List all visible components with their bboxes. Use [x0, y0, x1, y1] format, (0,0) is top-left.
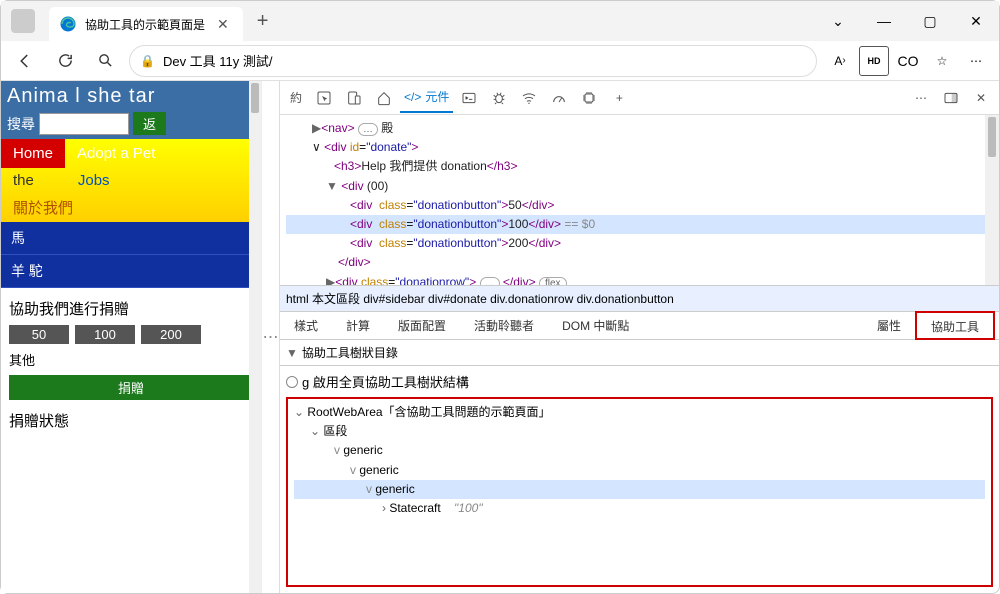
breadcrumb[interactable]: html 本文區段 div#sidebar div#donate div.don…	[280, 285, 999, 312]
search-button[interactable]	[89, 45, 121, 77]
device-icon[interactable]	[340, 84, 368, 112]
main-nav: Home Adopt a Pet the Jobs 關於我們	[1, 139, 261, 222]
welcome-tab[interactable]: 約	[284, 89, 308, 106]
hd-icon[interactable]: HD	[859, 46, 889, 76]
caret-down-icon[interactable]: ⌄	[815, 1, 861, 41]
rendered-page: Anima l she tar 搜尋 返 Home Adopt a Pet th…	[1, 81, 261, 593]
new-tab-button[interactable]: +	[243, 10, 283, 33]
nav-about[interactable]: 關於我們	[1, 193, 261, 222]
resize-handle[interactable]: ⋯	[261, 81, 279, 593]
minimize-button[interactable]: —	[861, 1, 907, 41]
profile-icon[interactable]	[11, 9, 35, 33]
radio-icon	[286, 376, 298, 388]
dock-icon[interactable]	[937, 84, 965, 112]
inspect-icon[interactable]	[310, 84, 338, 112]
tab-title: 協助工具的示範頁面是	[85, 16, 205, 33]
page-scrollbar[interactable]	[249, 81, 261, 593]
close-window-button[interactable]: ✕	[953, 1, 999, 41]
search-label: 搜尋	[7, 114, 35, 134]
more-icon[interactable]: ⋯	[961, 46, 991, 76]
donate-heading: 協助我們進行捐贈	[9, 298, 253, 319]
bug-icon[interactable]	[485, 84, 513, 112]
network-icon[interactable]	[515, 84, 543, 112]
fullpage-toggle[interactable]: g 啟用全頁協助工具樹狀結構	[280, 366, 999, 397]
console-icon[interactable]	[455, 84, 483, 112]
donate-submit-button[interactable]: 捐贈	[9, 375, 253, 400]
search-submit-button[interactable]: 返	[133, 112, 166, 135]
devtools-close-icon[interactable]: ✕	[967, 84, 995, 112]
back-button[interactable]	[9, 45, 41, 77]
url-text: Dev 工具 11y 測試/	[163, 51, 273, 70]
tab-layout[interactable]: 版面配置	[384, 312, 460, 339]
accessibility-tree[interactable]: ⌄ RootWebArea「含協助工具問題的示範頁面」 ⌄ 區段 v gener…	[286, 397, 993, 587]
donation-status-heading: 捐贈狀態	[9, 410, 253, 431]
tab-styles[interactable]: 樣式	[280, 312, 332, 339]
browser-tab[interactable]: 協助工具的示範頁面是 ✕	[49, 7, 243, 41]
code-icon: </>	[404, 90, 421, 104]
donation-button-100[interactable]: 100	[75, 325, 135, 344]
browser-toolbar: 🔒 Dev 工具 11y 測試/ A› HD CO ☆ ⋯	[1, 41, 999, 81]
a11y-tree-header[interactable]: ▼ 協助工具樹狀目錄	[280, 340, 999, 366]
tab-breakpoints[interactable]: DOM 中斷點	[548, 312, 643, 339]
dom-scrollbar[interactable]	[985, 115, 999, 285]
tab-listeners[interactable]: 活動聆聽者	[460, 312, 548, 339]
refresh-button[interactable]	[49, 45, 81, 77]
profile-badge[interactable]: CO	[893, 46, 923, 76]
devtools-subtabs: 樣式 計算 版面配置 活動聆聽者 DOM 中斷點 屬性 協助工具	[280, 312, 999, 340]
donation-button-200[interactable]: 200	[141, 325, 201, 344]
window-titlebar: 協助工具的示範頁面是 ✕ + ⌄ — ▢ ✕	[1, 1, 999, 41]
read-aloud-icon[interactable]: A›	[825, 46, 855, 76]
nav-home[interactable]: Home	[1, 139, 65, 168]
performance-icon[interactable]	[545, 84, 573, 112]
ellipsis-icon: ⋯	[263, 327, 279, 347]
favorite-icon[interactable]: ☆	[927, 46, 957, 76]
site-logo-text: Anima l she tar	[7, 85, 255, 108]
lock-icon: 🔒	[140, 54, 155, 68]
maximize-button[interactable]: ▢	[907, 1, 953, 41]
page-banner: Anima l she tar 搜尋 返	[1, 81, 261, 139]
edge-icon	[59, 15, 77, 33]
tab-accessibility[interactable]: 協助工具	[915, 311, 995, 340]
nav-adopt[interactable]: Adopt a Pet	[65, 139, 167, 168]
search-input[interactable]	[39, 113, 129, 135]
nav-jobs[interactable]: Jobs	[66, 168, 122, 193]
animal-list: 馬 羊 駝	[1, 222, 261, 288]
list-item[interactable]: 馬	[1, 222, 261, 255]
dom-tree[interactable]: ▶<nav> … 殿 ∨ <div id="donate"> <h3>Help …	[280, 115, 999, 285]
tab-close-icon[interactable]: ✕	[213, 16, 233, 33]
nav-the[interactable]: the	[1, 168, 46, 193]
devtools-more-icon[interactable]: ⋯	[907, 84, 935, 112]
list-item[interactable]: 羊 駝	[1, 255, 261, 288]
donate-section: 協助我們進行捐贈 50 100 200 其他 捐贈 捐贈狀態	[1, 288, 261, 441]
other-label: 其他	[9, 350, 253, 369]
memory-icon[interactable]	[575, 84, 603, 112]
donation-button-50[interactable]: 50	[9, 325, 69, 344]
address-bar[interactable]: 🔒 Dev 工具 11y 測試/	[129, 45, 817, 77]
tab-computed[interactable]: 計算	[332, 312, 384, 339]
more-tabs-icon[interactable]: +	[605, 84, 633, 112]
home-icon[interactable]	[370, 84, 398, 112]
tab-properties[interactable]: 屬性	[863, 312, 915, 339]
devtools-tabbar: 約 </> 元件 + ⋯ ✕	[280, 81, 999, 115]
elements-tab[interactable]: </> 元件	[400, 82, 453, 113]
devtools-panel: 約 </> 元件 + ⋯ ✕ ▶<nav> … 殿 ∨ <div id="don…	[279, 81, 999, 593]
